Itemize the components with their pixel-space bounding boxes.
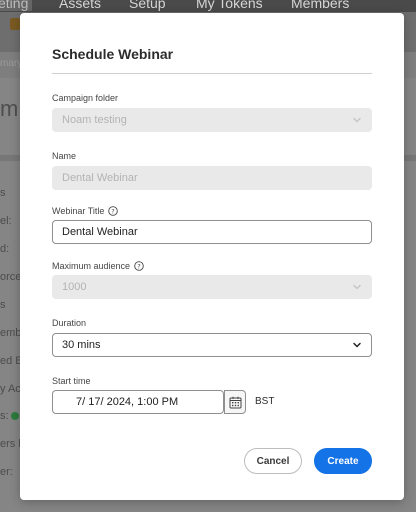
webinar-title-value: Dental Webinar bbox=[62, 226, 138, 238]
max-audience-label-text: Maximum audience bbox=[52, 261, 131, 271]
cancel-button[interactable]: Cancel bbox=[244, 448, 302, 474]
side-label: orce bbox=[0, 271, 22, 283]
max-audience-label: Maximum audience ? bbox=[52, 261, 144, 271]
campaign-folder-select: Noam testing bbox=[52, 108, 372, 132]
start-time-label-text: Start time bbox=[52, 376, 91, 386]
info-icon[interactable]: ? bbox=[108, 206, 119, 216]
title-divider bbox=[52, 73, 372, 74]
campaign-folder-label: Campaign folder bbox=[52, 93, 118, 103]
side-label: er: bbox=[0, 466, 13, 478]
webinar-title-label-text: Webinar Title bbox=[52, 206, 105, 216]
timezone-label: BST bbox=[255, 396, 275, 407]
start-time-input[interactable]: 7/ 17/ 2024, 1:00 PM bbox=[52, 390, 224, 414]
start-time-label: Start time bbox=[52, 376, 91, 386]
folder-icon bbox=[10, 18, 20, 30]
chevron-down-icon[interactable] bbox=[352, 340, 362, 350]
duration-label-text: Duration bbox=[52, 318, 87, 328]
campaign-folder-value: Noam testing bbox=[62, 114, 127, 126]
name-field: Dental Webinar bbox=[52, 166, 372, 190]
check-status-icon bbox=[10, 412, 19, 421]
create-button[interactable]: Create bbox=[314, 448, 372, 474]
name-value: Dental Webinar bbox=[62, 172, 138, 184]
max-audience-value: 1000 bbox=[62, 281, 87, 293]
info-icon[interactable]: ? bbox=[134, 261, 144, 271]
top-navigation: eting Assets Setup My Tokens Members bbox=[0, 0, 416, 12]
nav-tab-my-tokens[interactable]: My Tokens bbox=[196, 0, 263, 11]
nav-tab-assets[interactable]: Assets bbox=[59, 0, 101, 11]
calendar-icon bbox=[229, 396, 241, 408]
side-label: d: bbox=[0, 243, 10, 255]
duration-value: 30 mins bbox=[62, 339, 101, 351]
side-label: s: bbox=[0, 410, 9, 422]
name-label: Name bbox=[52, 151, 76, 161]
start-time-value: 7/ 17/ 2024, 1:00 PM bbox=[76, 396, 179, 408]
chevron-down-icon bbox=[353, 117, 361, 123]
duration-label: Duration bbox=[52, 318, 86, 328]
webinar-title-label: Webinar Title ? bbox=[52, 206, 119, 216]
svg-text:?: ? bbox=[112, 207, 115, 215]
name-label-text: Name bbox=[52, 151, 77, 161]
nav-tab-marketing[interactable]: eting bbox=[0, 0, 33, 11]
dialog-title: Schedule Webinar bbox=[52, 46, 174, 62]
chevron-down-icon bbox=[353, 284, 361, 290]
side-label-with-status: s: bbox=[0, 410, 19, 422]
schedule-webinar-dialog: Schedule Webinar Campaign folder Noam te… bbox=[20, 13, 404, 500]
duration-select[interactable]: 30 mins bbox=[52, 333, 372, 357]
breadcrumb[interactable]: mary bbox=[0, 58, 22, 69]
webinar-title-input[interactable]: Dental Webinar bbox=[52, 220, 372, 244]
page-title: m bbox=[0, 96, 19, 121]
calendar-button[interactable] bbox=[224, 390, 246, 414]
side-label: s bbox=[0, 299, 6, 311]
campaign-folder-label-text: Campaign folder bbox=[52, 93, 119, 103]
nav-tab-members[interactable]: Members bbox=[291, 0, 349, 11]
side-label: el: bbox=[0, 215, 12, 227]
nav-tab-setup[interactable]: Setup bbox=[129, 0, 166, 11]
side-label: s bbox=[0, 187, 6, 199]
side-label: emb bbox=[0, 327, 22, 339]
max-audience-select: 1000 bbox=[52, 275, 372, 299]
svg-text:?: ? bbox=[137, 262, 140, 270]
